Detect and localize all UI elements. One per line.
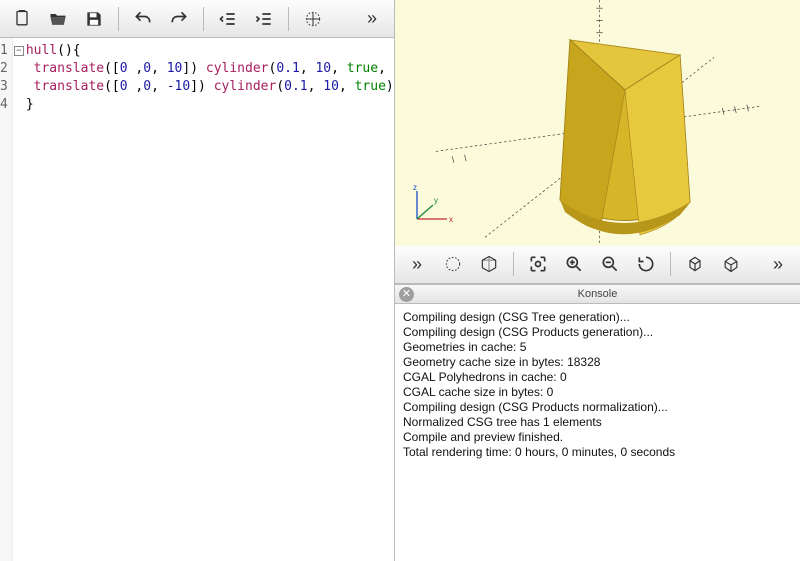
console-line: Compiling design (CSG Products generatio… (403, 325, 792, 340)
preview-mode-button[interactable] (437, 250, 469, 278)
right-panel: x y z » » ✕ Konsole Compiling design (CS… (395, 0, 800, 561)
console-line: Compile and preview finished. (403, 430, 792, 445)
console-line: Total rendering time: 0 hours, 0 minutes… (403, 445, 792, 460)
indent-button[interactable] (248, 5, 280, 33)
code-editor[interactable]: 1234 − hull(){ translate([0 ,0, 10]) cyl… (0, 38, 394, 561)
axis-x-label: x (449, 215, 453, 224)
line-number: 2 (0, 60, 8, 78)
fold-gutter: − (13, 38, 24, 561)
console-line: CGAL cache size in bytes: 0 (403, 385, 792, 400)
console-close-button[interactable]: ✕ (399, 287, 414, 302)
preview-button[interactable] (297, 5, 329, 33)
redo-button[interactable] (163, 5, 195, 33)
console-output[interactable]: Compiling design (CSG Tree generation)..… (395, 304, 800, 561)
line-number: 3 (0, 78, 8, 96)
editor-toolbar-more-button[interactable]: » (356, 5, 388, 33)
axis-y-label: y (434, 196, 438, 205)
view-toolbar: » » (395, 246, 800, 284)
code-area[interactable]: hull(){ translate([0 ,0, 10]) cylinder(0… (24, 38, 394, 561)
view-all-button[interactable] (522, 250, 554, 278)
save-button[interactable] (78, 5, 110, 33)
code-line[interactable]: hull(){ (26, 42, 394, 60)
ortho-button[interactable] (679, 250, 711, 278)
console-line: CGAL Polyhedrons in cache: 0 (403, 370, 792, 385)
console-title: Konsole (578, 288, 618, 300)
code-line[interactable]: translate([0 ,0, -10]) cylinder(0.1, 10,… (26, 78, 394, 96)
rendered-model (530, 30, 710, 246)
editor-panel: » 1234 − hull(){ translate([0 ,0, 10]) c… (0, 0, 395, 561)
line-number: 1 (0, 42, 8, 60)
zoom-in-button[interactable] (558, 250, 590, 278)
zoom-out-button[interactable] (594, 250, 626, 278)
open-button[interactable] (42, 5, 74, 33)
fold-toggle-icon[interactable]: − (14, 46, 24, 56)
3d-viewport[interactable]: x y z (395, 0, 800, 246)
line-number: 4 (0, 96, 8, 114)
perspective-button[interactable] (715, 250, 747, 278)
view-toolbar-more-left-button[interactable]: » (401, 250, 433, 278)
orientation-gizmo: x y z (405, 181, 455, 234)
console-line: Normalized CSG tree has 1 elements (403, 415, 792, 430)
view-toolbar-more-right-button[interactable]: » (762, 250, 794, 278)
line-number-gutter: 1234 (0, 38, 13, 561)
editor-toolbar: » (0, 0, 394, 38)
axis-z-label: z (413, 183, 417, 192)
undo-button[interactable] (127, 5, 159, 33)
render-mode-button[interactable] (473, 250, 505, 278)
new-button[interactable] (6, 5, 38, 33)
console-line: Compiling design (CSG Products normaliza… (403, 400, 792, 415)
code-line[interactable]: translate([0 ,0, 10]) cylinder(0.1, 10, … (26, 60, 394, 78)
console-line: Compiling design (CSG Tree generation)..… (403, 310, 792, 325)
unindent-button[interactable] (212, 5, 244, 33)
code-line[interactable]: } (26, 96, 394, 114)
reset-view-button[interactable] (630, 250, 662, 278)
console-header: ✕ Konsole (395, 284, 800, 304)
console-line: Geometry cache size in bytes: 18328 (403, 355, 792, 370)
console-line: Geometries in cache: 5 (403, 340, 792, 355)
